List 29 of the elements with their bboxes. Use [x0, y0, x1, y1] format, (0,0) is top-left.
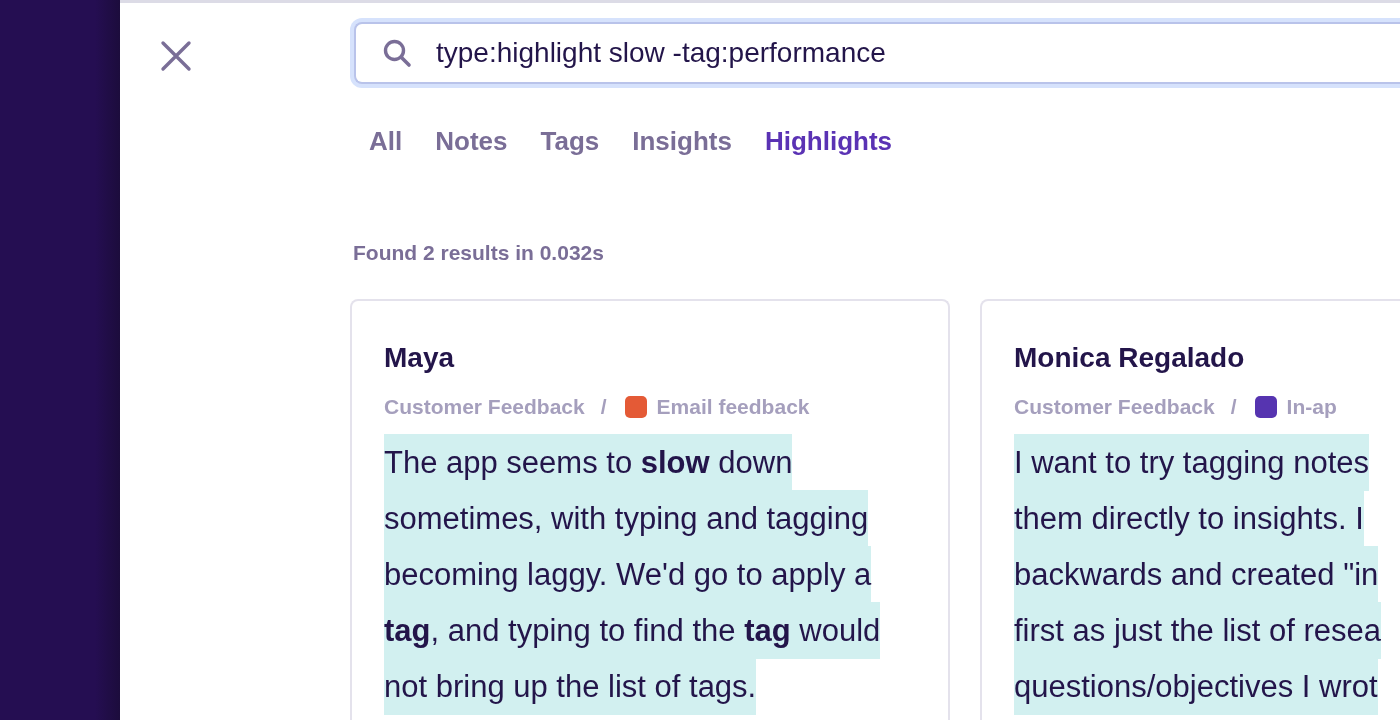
filter-tab[interactable]: Highlights: [764, 126, 892, 157]
highlighted-text: I want to try tagging notes: [1014, 434, 1369, 491]
author-name: Monica Regalado: [1014, 341, 1246, 375]
search-icon: [382, 38, 412, 68]
result-card[interactable]: Monica Regalado Customer Feedback / In-ap I want to try tagging notes them directly to insights. I backwards and created "in first as just the list of resea questions/objectives I wrot: [980, 299, 1400, 720]
separator: /: [1230, 395, 1237, 419]
highlighted-text: first as just the list of resea: [1014, 602, 1381, 659]
highlighted-text: them directly to insights. I: [1014, 490, 1364, 547]
search-field[interactable]: type:highlight slow -tag:performance: [354, 22, 1400, 84]
highlighted-text: The app seems to slow down: [384, 434, 793, 491]
source-label: Customer Feedback: [1014, 395, 1215, 419]
result-card[interactable]: [350, 299, 950, 720]
filter-tab[interactable]: Insights: [632, 126, 732, 157]
highlighted-text: not bring up the list of tags.: [384, 658, 757, 715]
highlighted-text: tag, and typing to find the tag would: [384, 602, 881, 659]
author-name: Maya: [384, 341, 456, 375]
filter-tab[interactable]: Tags: [540, 126, 600, 157]
close-icon[interactable]: [160, 40, 192, 72]
source-label: Customer Feedback: [384, 395, 585, 419]
filter-tab[interactable]: Notes: [435, 126, 508, 157]
separator: /: [600, 395, 607, 419]
highlighted-text: questions/objectives I wrot: [1014, 658, 1378, 715]
filter-tab[interactable]: All: [369, 126, 403, 157]
highlighted-text: backwards and created "in: [1014, 546, 1379, 603]
tag-label: Email feedback: [656, 395, 810, 419]
results-count: Found 2 results in 0.032s: [353, 241, 605, 265]
tag-label: In-ap: [1286, 395, 1337, 419]
highlighted-text: sometimes, with typing and tagging: [384, 490, 869, 547]
highlighted-text: becoming laggy. We'd go to apply a: [384, 546, 872, 603]
